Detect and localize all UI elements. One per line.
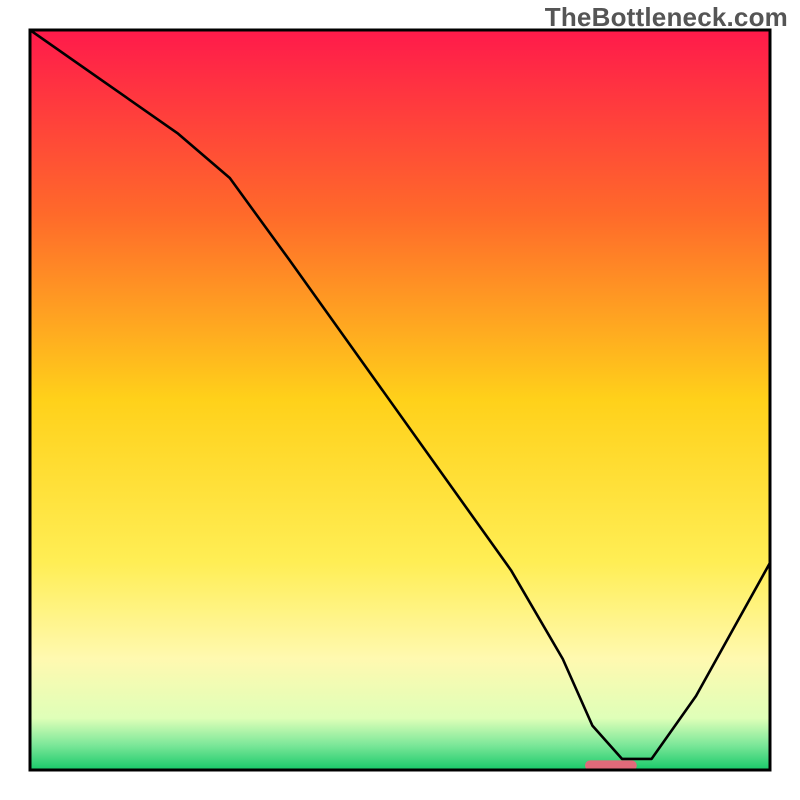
gradient-background bbox=[30, 30, 770, 770]
watermark-label: TheBottleneck.com bbox=[545, 2, 788, 33]
chart-container: TheBottleneck.com bbox=[0, 0, 800, 800]
bottleneck-chart bbox=[0, 0, 800, 800]
